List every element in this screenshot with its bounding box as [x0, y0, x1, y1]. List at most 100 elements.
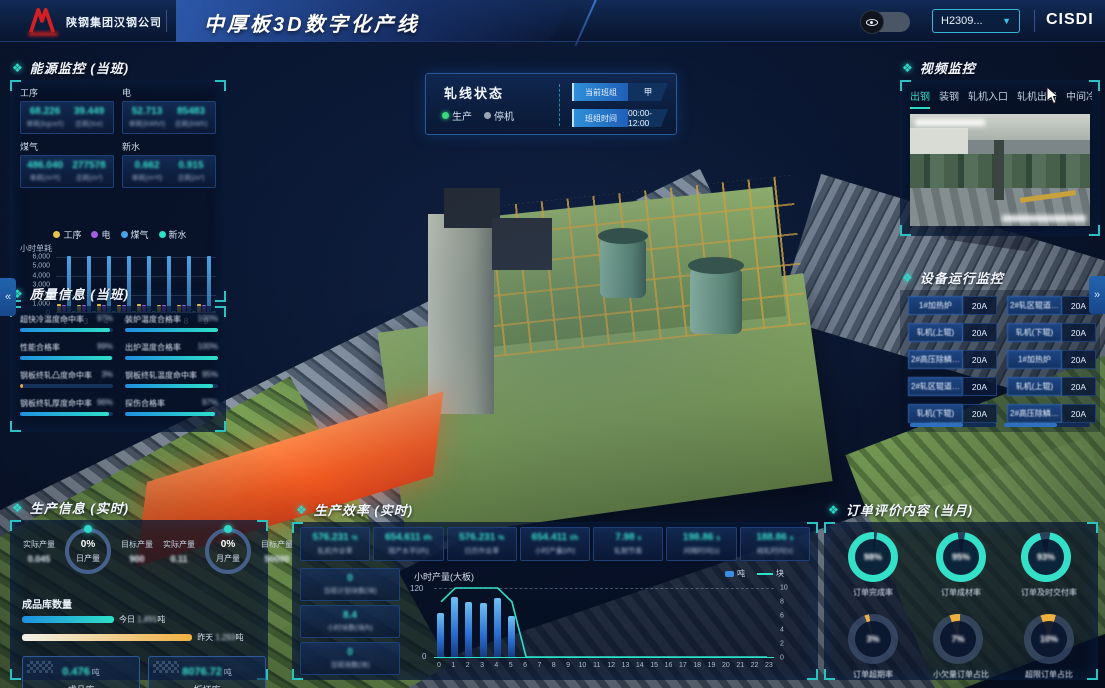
- y-tick-right: 2: [780, 641, 784, 648]
- bar-group: [177, 257, 196, 312]
- order-donut-label: 小欠量订单占比: [933, 669, 989, 680]
- progress-track: [125, 356, 218, 360]
- device-row[interactable]: 轧机(下辊)20A: [908, 404, 997, 423]
- shift-badge: 当前班组 甲: [572, 83, 668, 101]
- dashboard-root: 陕钢集团汉钢公司 中厚板3D数字化产线 H2309... ▼ CISDI ❖ 能…: [0, 0, 1105, 688]
- x-tick: 10: [577, 662, 587, 669]
- cisdi-logo: CISDI: [1046, 11, 1094, 29]
- device-row[interactable]: 1#加热炉20A: [908, 296, 997, 315]
- production-gauges: 实际产量 0.045 0% 日产量 目标产量 900 实际产量 0.11 0% …: [18, 528, 270, 574]
- efficiency-side-card: 0当班计划块数(块): [300, 568, 400, 601]
- device-scrollbar-right[interactable]: [1004, 423, 1090, 427]
- quality-label: 出炉温度合格率: [125, 342, 181, 353]
- y-tick-right: 8: [780, 599, 784, 606]
- device-row[interactable]: 2#高压除鳞…20A: [1007, 404, 1096, 423]
- hour-bar: [451, 597, 458, 657]
- device-row[interactable]: 2#轧区辊道…20A: [908, 377, 997, 396]
- efficiency-card: 654.411 t/h小时产量(t/h): [520, 527, 590, 561]
- energy-value: 68.226: [25, 106, 65, 117]
- quality-percent: 99%: [97, 342, 113, 353]
- diamond-icon: ❖: [902, 271, 913, 285]
- video-tab-中间冷[interactable]: 中间冷: [1066, 88, 1092, 109]
- efficiency-label: 间隔时间(s): [668, 546, 734, 556]
- x-tick: 12: [606, 662, 616, 669]
- legend-stopped: 停机: [484, 108, 514, 123]
- line-legend-icon: [757, 573, 773, 575]
- quality-percent: 97%: [202, 398, 218, 409]
- heat-number-dropdown[interactable]: H2309... ▼: [932, 9, 1020, 33]
- device-row[interactable]: 轧机(上辊)20A: [908, 323, 997, 342]
- device-list: 1#加热炉20A2#轧区辊道…20A轧机(上辊)20A轧机(下辊)20A2#高压…: [908, 296, 1096, 423]
- quality-label: 性能合格率: [20, 342, 60, 353]
- legend-item: 工序: [53, 228, 81, 241]
- order-donut-cell: 3%订单超期率: [848, 614, 898, 680]
- devices-panel: 1#加热炉20A2#轧区辊道…20A轧机(上辊)20A轧机(下辊)20A2#高压…: [900, 290, 1100, 432]
- hour-bar: [480, 603, 487, 657]
- visibility-toggle[interactable]: [862, 12, 910, 32]
- order-donut-ring: 7%: [933, 614, 983, 664]
- order-donut-ring: 95%: [936, 532, 986, 582]
- bar-group: [197, 257, 216, 312]
- progress-fill: [125, 412, 215, 416]
- header-divider: [166, 10, 167, 32]
- video-tab-装钢[interactable]: 装钢: [939, 88, 959, 109]
- x-tick: 2: [463, 662, 473, 669]
- device-value: 20A: [963, 404, 997, 423]
- orders-panel: 98%订单完成率95%订单成材率93%订单及时交付率3%订单超期率7%小欠量订单…: [824, 522, 1098, 680]
- diamond-icon: ❖: [12, 501, 23, 515]
- bar-group: [157, 257, 176, 312]
- month-output-ring: 0% 月产量: [205, 528, 251, 574]
- left-flyout-handle[interactable]: «: [0, 278, 16, 316]
- device-value: 20A: [1062, 350, 1096, 369]
- production-panel-title: ❖ 生产信息 (实时): [12, 498, 129, 517]
- progress-fill: [20, 412, 109, 416]
- device-label: 轧机(下辊): [908, 404, 963, 423]
- side-value: 0: [303, 573, 397, 584]
- efficiency-unit: t/h: [423, 535, 432, 542]
- device-row[interactable]: 2#高压除鳞…20A: [908, 350, 997, 369]
- y-tick-right: 4: [780, 627, 784, 634]
- energy-legend: 工序电煤气新水: [20, 228, 220, 241]
- finished-stock-box: 0.476吨 成品库: [22, 656, 140, 688]
- energy-group: 工序68.226单耗(kgce/t)39.449总耗(tce): [20, 86, 114, 134]
- energy-group-box: 486.040单耗(m³/t)277578总耗(m³): [20, 155, 114, 188]
- efficiency-unit: s: [790, 535, 794, 542]
- device-value: 20A: [1062, 404, 1096, 423]
- stock-boxes: 0.476吨 成品库 8076.72吨 板坯库: [22, 656, 266, 688]
- diamond-icon: ❖: [296, 503, 307, 517]
- order-donut-value: 98%: [855, 539, 891, 575]
- device-row[interactable]: 轧机(上辊)20A: [1007, 377, 1096, 396]
- device-row[interactable]: 2#轧区辊道…20A: [1007, 296, 1096, 315]
- video-tab-轧机入口[interactable]: 轧机入口: [968, 88, 1008, 109]
- efficiency-card: 188.86 s纯轧时间(s): [740, 527, 810, 561]
- x-tick: 15: [649, 662, 659, 669]
- efficiency-label: 轧机作业率: [302, 546, 368, 556]
- order-donut-cell: 10%超限订单占比: [1024, 614, 1074, 680]
- order-donut-label: 订单完成率: [848, 587, 898, 598]
- order-donut-ring: 10%: [1024, 614, 1074, 664]
- efficiency-side-card: 8.4小时块数(块/h): [300, 605, 400, 638]
- efficiency-card: 7.98 s轧制节奏: [593, 527, 663, 561]
- energy-group-box: 68.226单耗(kgce/t)39.449总耗(tce): [20, 101, 114, 134]
- legend-producing: 生产: [442, 108, 472, 123]
- x-tick: 23: [764, 662, 774, 669]
- progress-fill: [125, 384, 213, 388]
- device-scrollbar-left[interactable]: [910, 423, 996, 427]
- legend-dot-icon: [121, 231, 128, 238]
- quality-percent: 100%: [198, 342, 218, 353]
- video-tab-出钢[interactable]: 出钢: [910, 88, 930, 109]
- device-row[interactable]: 1#加热炉20A: [1007, 350, 1096, 369]
- device-row[interactable]: 轧机(下辊)20A: [1007, 323, 1096, 342]
- efficiency-value: 576.231 %: [449, 532, 515, 543]
- y-tick: 4,000: [32, 272, 50, 279]
- progress-track: [20, 384, 113, 388]
- right-flyout-handle[interactable]: »: [1089, 276, 1105, 314]
- efficiency-side-cards: 0当班计划块数(块)8.4小时块数(块/h)0当班块数(块): [300, 568, 400, 675]
- quality-item: 性能合格率 99%: [20, 342, 113, 360]
- quality-item: 装炉温度合格率100%: [125, 314, 218, 332]
- quality-label: 装炉温度合格率: [125, 314, 181, 325]
- progress-track: [125, 412, 218, 416]
- quality-label: 钢板终轧厚度命中率: [20, 398, 92, 409]
- side-value: 0: [303, 647, 397, 658]
- video-feed[interactable]: [910, 114, 1090, 226]
